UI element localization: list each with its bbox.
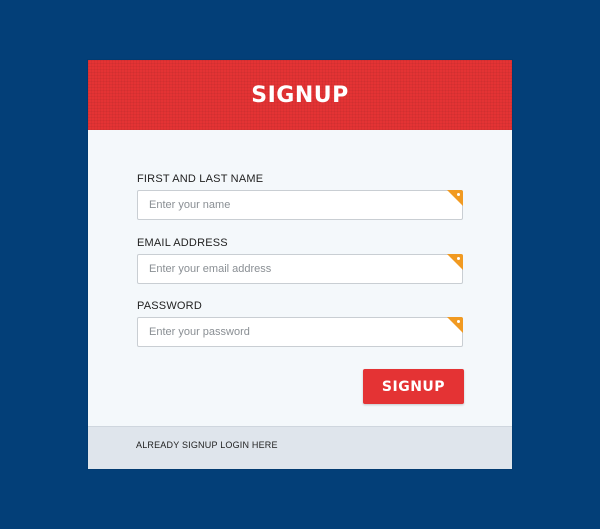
required-dot-icon	[457, 257, 460, 260]
login-link[interactable]: ALREADY SIGNUP LOGIN HERE	[136, 440, 278, 450]
email-field-group: EMAIL ADDRESS	[137, 237, 463, 284]
password-input[interactable]	[137, 317, 463, 347]
password-label: PASSWORD	[137, 300, 202, 312]
signup-card: SIGNUP FIRST AND LAST NAME EMAIL ADDRESS…	[88, 60, 512, 469]
card-header: SIGNUP	[88, 60, 512, 130]
required-corner-icon	[447, 254, 463, 270]
required-dot-icon	[457, 320, 460, 323]
email-label: EMAIL ADDRESS	[137, 237, 228, 249]
signup-button[interactable]: SIGNUP	[363, 369, 464, 404]
name-input[interactable]	[137, 190, 463, 220]
required-corner-icon	[447, 317, 463, 333]
password-field-group: PASSWORD	[137, 300, 463, 347]
required-dot-icon	[457, 193, 460, 196]
password-input-wrap	[137, 317, 463, 347]
card-footer: ALREADY SIGNUP LOGIN HERE	[88, 426, 512, 469]
required-corner-icon	[447, 190, 463, 206]
card-title: SIGNUP	[251, 82, 349, 108]
name-field-group: FIRST AND LAST NAME	[137, 173, 463, 220]
email-input-wrap	[137, 254, 463, 284]
name-input-wrap	[137, 190, 463, 220]
email-input[interactable]	[137, 254, 463, 284]
name-label: FIRST AND LAST NAME	[137, 173, 264, 185]
